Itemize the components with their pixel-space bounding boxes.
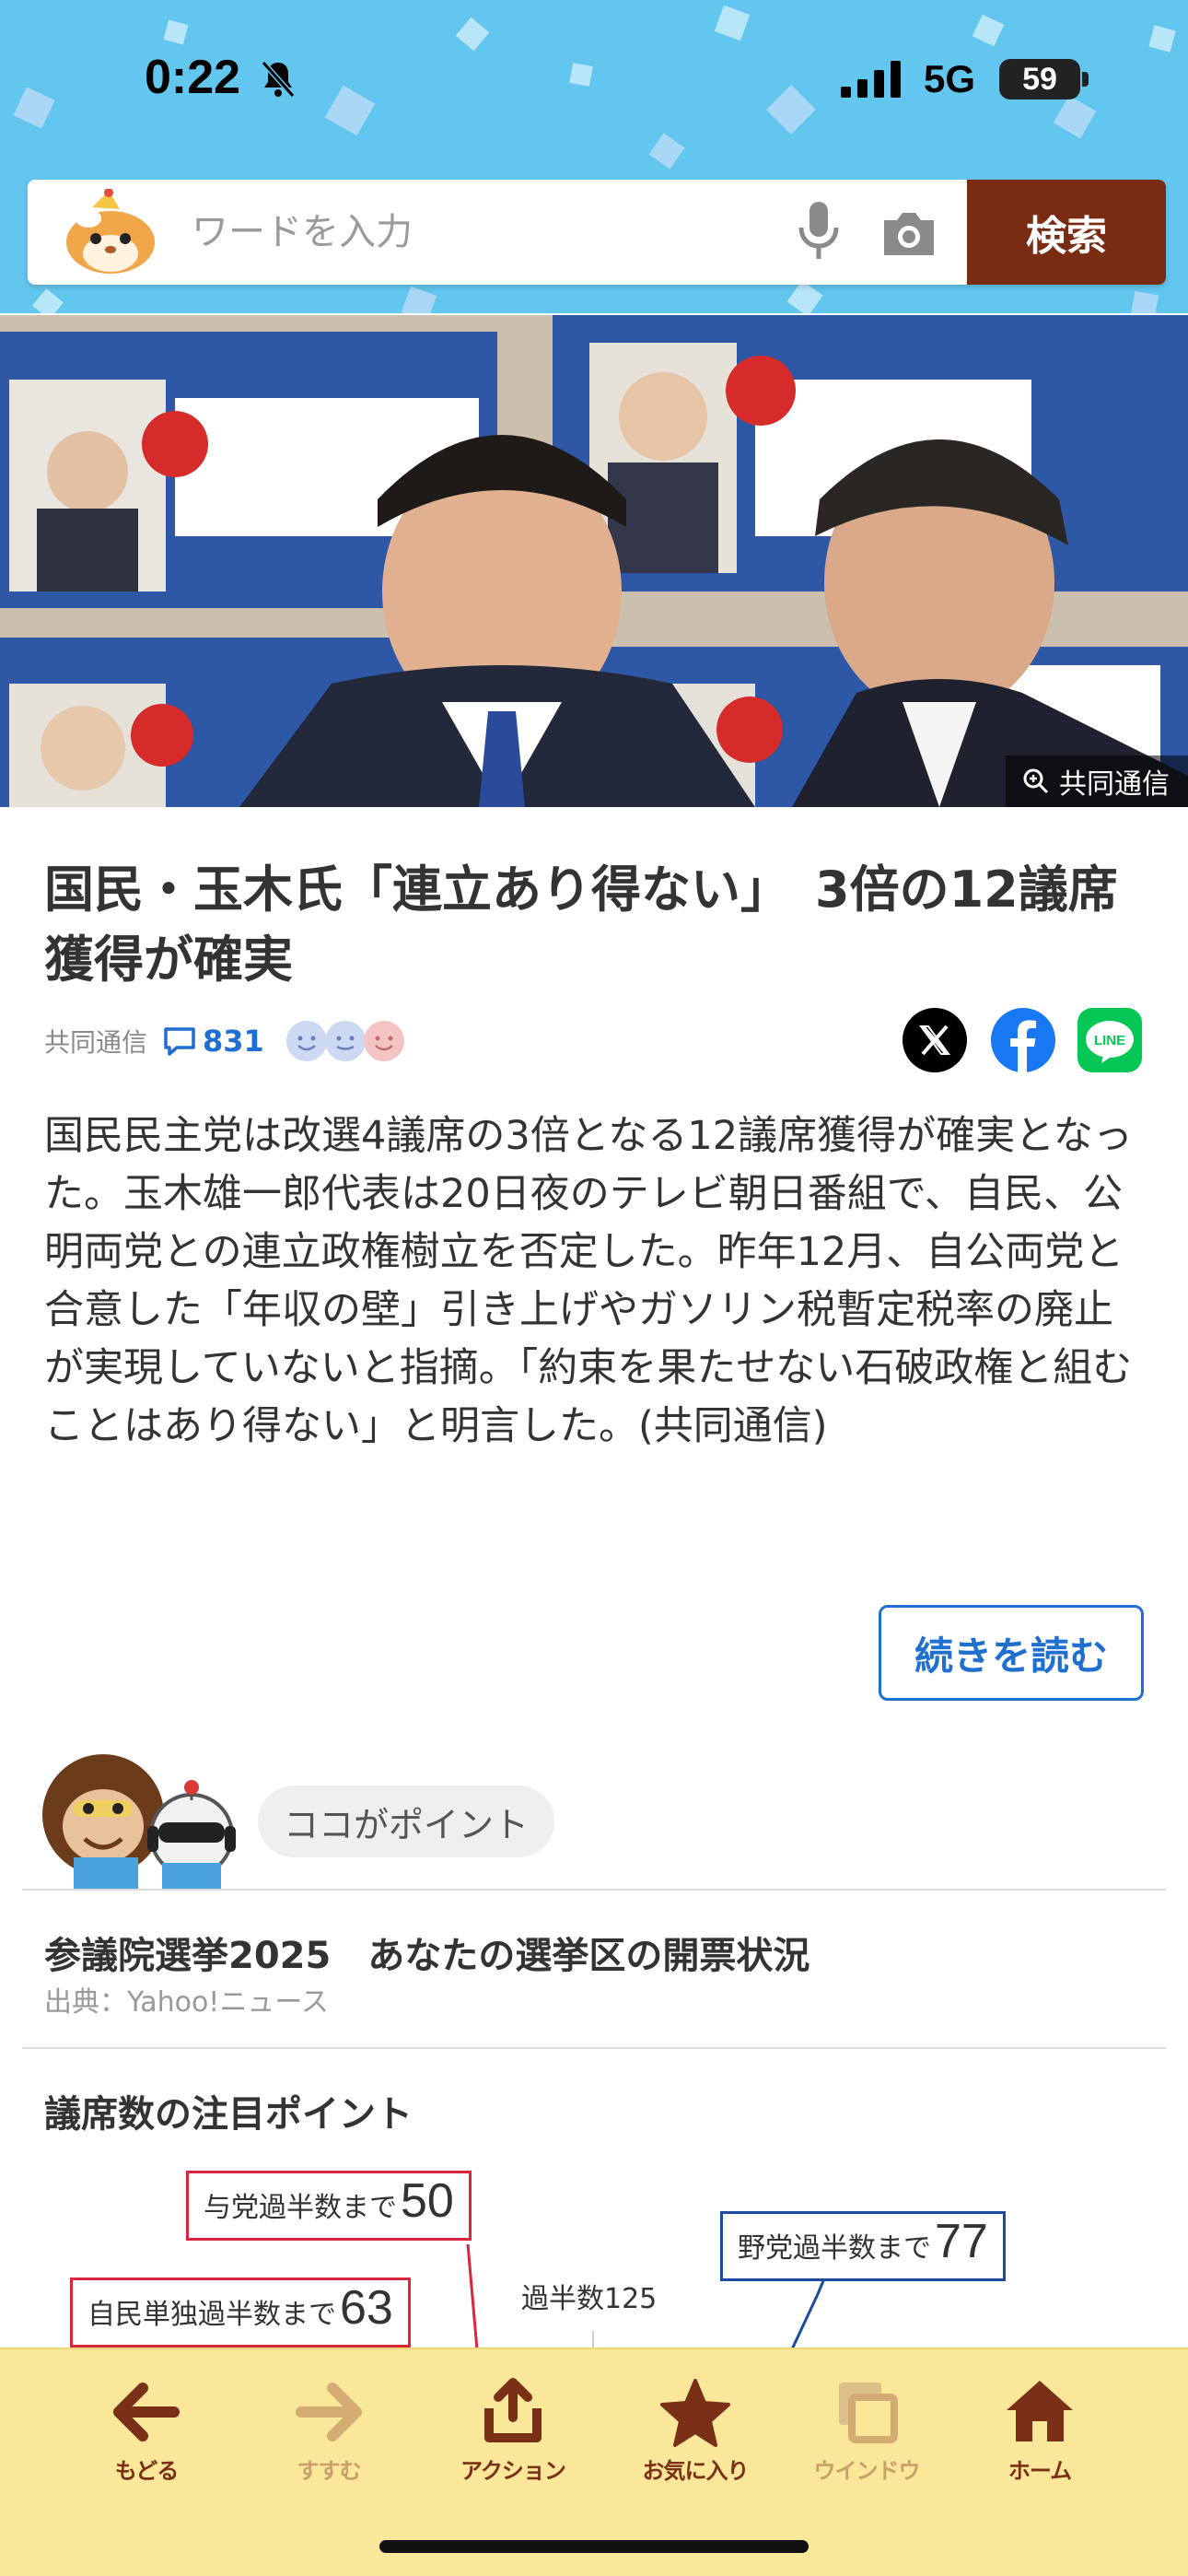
related-link-source: 出典：Yahoo!ニュース [44,1986,329,2019]
ldp-majority-label: 自民単独過半数まで [87,2299,336,2331]
status-bar: 0:22 5G 59 [0,0,1188,166]
photo-credit[interactable]: 共同通信 [1006,755,1188,807]
search-button[interactable]: 検索 [967,180,1166,285]
home-icon [1007,2381,1073,2441]
seat-points-title: 議席数の注目ポイント [44,2093,413,2136]
comment-count: 831 [203,1024,264,1059]
home-label: ホーム [1007,2458,1072,2484]
mascot-characters-icon [42,1754,236,1891]
opposition-majority-label: 野党過半数まで [738,2232,931,2265]
microphone-icon[interactable] [794,200,844,264]
home-indicator [379,2540,809,2553]
smile-face-icon [285,1021,327,1061]
silent-bell-icon [261,61,296,98]
ldp-majority-value: 63 [340,2281,393,2335]
happy-face-icon [363,1021,404,1061]
share-upload-icon [484,2378,542,2442]
windows-icon [839,2383,898,2443]
favorite-label: お気に入り [642,2458,750,2484]
share-facebook-icon[interactable] [989,1006,1057,1074]
guinea-pig-mascot-icon[interactable] [55,189,166,277]
svg-text:LINE: LINE [1094,1033,1125,1048]
camera-icon[interactable] [879,205,939,261]
clock: 0:22 [145,51,241,104]
neutral-face-icon [324,1021,366,1061]
article-source: 共同通信 [44,1027,148,1058]
opposition-majority-value: 77 [935,2215,988,2268]
back-label: もどる [114,2458,180,2484]
arrow-right-icon [296,2383,362,2441]
action-button[interactable]: アクション [444,2375,582,2485]
signal-icon [841,61,901,98]
seat-infographic: 与党過半数まで 50 自民単独過半数まで 63 過半数125 野党過半数まで 7… [44,2156,1149,2349]
forward-label: すすむ [297,2458,362,2484]
window-button[interactable]: ウインドウ [798,2375,936,2485]
back-button[interactable]: もどる [77,2375,215,2485]
zoom-icon [1023,768,1049,794]
section-divider [22,2047,1166,2049]
comments-link[interactable]: 831 [162,1024,264,1059]
home-button[interactable]: ホーム [971,2375,1109,2485]
app-header: 0:22 5G 59 ワードを入力 検索 [0,0,1188,313]
window-label: ウインドウ [813,2458,921,2484]
battery-nub [1082,72,1089,87]
photo-credit-text: 共同通信 [1059,768,1170,801]
battery-icon: 59 [999,59,1080,100]
ruling-majority-label: 与党過半数まで [204,2192,397,2224]
opposition-majority-box: 野党過半数まで 77 [720,2211,1006,2281]
ruling-majority-box: 与党過半数まで 50 [186,2171,472,2241]
forward-button[interactable]: すすむ [260,2375,398,2485]
point-badge: ココがポイント [258,1786,555,1857]
network-type: 5G [924,57,976,100]
ldp-majority-box: 自民単独過半数まで 63 [70,2277,411,2348]
ruling-majority-value: 50 [401,2174,454,2228]
article-meta: 共同通信 831 [44,1013,404,1069]
search-bar: 検索 [28,180,1166,285]
action-label: アクション [460,2458,566,2484]
photo-illustration [0,315,1188,807]
majority-threshold-label: 過半数125 [521,2283,658,2315]
article-photo[interactable]: 共同通信 [0,315,1188,807]
favorite-button[interactable]: お気に入り [626,2375,764,2485]
star-icon [660,2379,730,2447]
search-input[interactable] [190,196,779,268]
section-divider [22,1889,1166,1891]
arrow-left-icon [113,2383,180,2441]
article-body: 国民民主党は改選4議席の3倍となる12議席獲得が確実となった。玉木雄一郎代表は2… [44,1113,1133,1449]
reaction-faces[interactable] [285,1019,404,1063]
article-headline: 国民・玉木氏「連立あり得ない」 3倍の12議席獲得が確実 [44,861,1118,989]
read-more-button[interactable]: 続きを読む [879,1605,1144,1701]
share-line-icon[interactable]: LINE [1076,1006,1144,1074]
share-x-icon[interactable] [901,1006,969,1074]
related-link-title[interactable]: 参議院選挙2025 あなたの選挙区の開票状況 [44,1926,809,1979]
comment-icon [164,1027,195,1056]
